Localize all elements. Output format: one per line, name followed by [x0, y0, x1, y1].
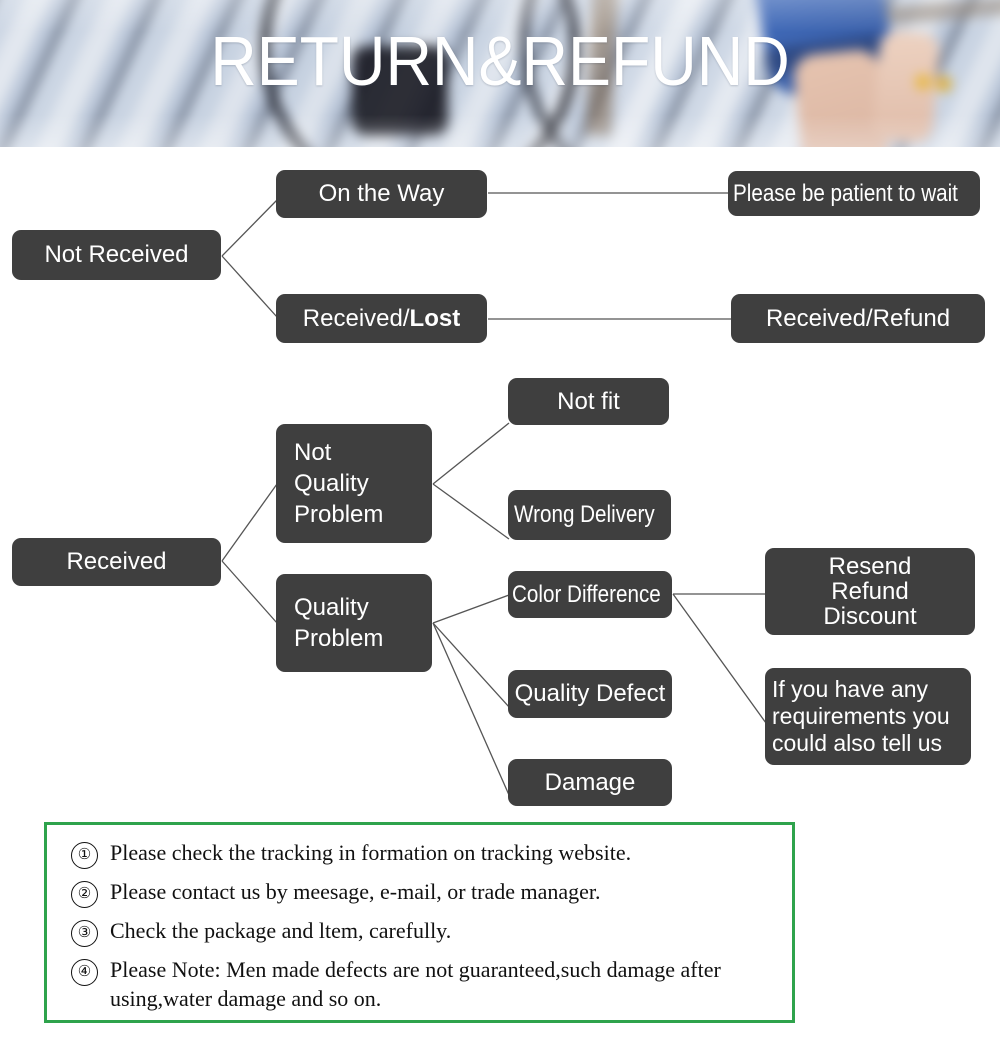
- node-received-label: Received: [66, 548, 167, 575]
- node-quality-defect[interactable]: Quality Defect: [508, 670, 672, 718]
- note-number-2: ②: [71, 881, 98, 908]
- node-on-the-way-label: On the Way: [318, 180, 445, 207]
- node-received-refund[interactable]: Received/Refund: [731, 294, 985, 343]
- connector-notquality-wrongdelivery: [432, 483, 510, 540]
- list-item: ④ Please Note: Men made defects are not …: [63, 956, 782, 1013]
- node-wrong-delivery[interactable]: Wrong Delivery: [508, 490, 671, 540]
- node-damage[interactable]: Damage: [508, 759, 672, 806]
- node-not-quality-problem-label: Not Quality Problem: [294, 438, 384, 529]
- connector-notquality-notfit: [432, 422, 510, 485]
- node-wrong-delivery-label: Wrong Delivery: [514, 501, 655, 528]
- node-not-fit-label: Not fit: [557, 387, 620, 415]
- node-resend-refund-discount[interactable]: Resend Refund Discount: [765, 548, 975, 635]
- connector-received-notquality: [221, 483, 278, 562]
- list-item: ② Please contact us by meesage, e-mail, …: [63, 878, 782, 908]
- node-color-difference-label: Color Difference: [512, 580, 661, 608]
- node-please-be-patient[interactable]: Please be patient to wait: [728, 171, 980, 216]
- node-damage-label: Damage: [544, 768, 636, 796]
- notes-box: ① Please check the tracking in formation…: [44, 822, 795, 1023]
- connector-quality-qualitydefect: [432, 622, 510, 708]
- node-please-be-patient-label: Please be patient to wait: [733, 179, 958, 207]
- connector-colordifference-requirements: [672, 593, 767, 724]
- connector-received-quality: [221, 560, 278, 624]
- note-text-2: Please contact us by meesage, e-mail, or…: [110, 879, 601, 904]
- connector-quality-damage: [432, 622, 510, 796]
- return-refund-flowchart: Not Received On the Way Received/Lost Pl…: [0, 147, 1000, 817]
- node-received-lost-emphasis: Lost: [409, 304, 461, 332]
- connector-quality-colordifference: [432, 594, 510, 624]
- node-received-lost-prefix: Received/: [302, 304, 410, 332]
- node-on-the-way[interactable]: On the Way: [276, 170, 487, 218]
- list-item: ③ Check the package and ltem, carefully.: [63, 917, 782, 947]
- node-received-lost[interactable]: Received/Lost: [276, 294, 487, 343]
- page-title: RETURN&REFUND: [210, 22, 790, 100]
- note-number-4: ④: [71, 959, 98, 986]
- note-number-1: ①: [71, 842, 98, 869]
- node-requirements-label: If you have any requirements you could a…: [772, 675, 950, 757]
- list-item: ① Please check the tracking in formation…: [63, 839, 782, 869]
- connector-notreceived-receivedlost: [221, 255, 278, 318]
- connector-notreceived-ontheway: [221, 199, 278, 257]
- header-banner: RETURN&REFUND: [0, 0, 1000, 147]
- note-text-1: Please check the tracking in formation o…: [110, 840, 632, 865]
- node-not-received-label: Not Received: [44, 241, 189, 268]
- node-not-fit[interactable]: Not fit: [508, 378, 669, 425]
- node-received-refund-label: Received/Refund: [765, 304, 951, 332]
- note-number-3: ③: [71, 920, 98, 947]
- node-received-lost-label: Received/Lost: [276, 305, 487, 333]
- note-text-4: Please Note: Men made defects are not gu…: [110, 957, 721, 1011]
- node-quality-defect-label: Quality Defect: [514, 680, 666, 707]
- node-quality-problem[interactable]: Quality Problem: [276, 574, 432, 672]
- node-not-quality-problem[interactable]: Not Quality Problem: [276, 424, 432, 543]
- node-color-difference[interactable]: Color Difference: [508, 571, 672, 618]
- note-text-3: Check the package and ltem, carefully.: [110, 918, 452, 943]
- node-not-received[interactable]: Not Received: [12, 230, 221, 280]
- node-resend-refund-discount-label: Resend Refund Discount: [823, 552, 917, 631]
- node-requirements[interactable]: If you have any requirements you could a…: [765, 668, 971, 765]
- node-quality-problem-label: Quality Problem: [294, 593, 384, 652]
- node-received[interactable]: Received: [12, 538, 221, 586]
